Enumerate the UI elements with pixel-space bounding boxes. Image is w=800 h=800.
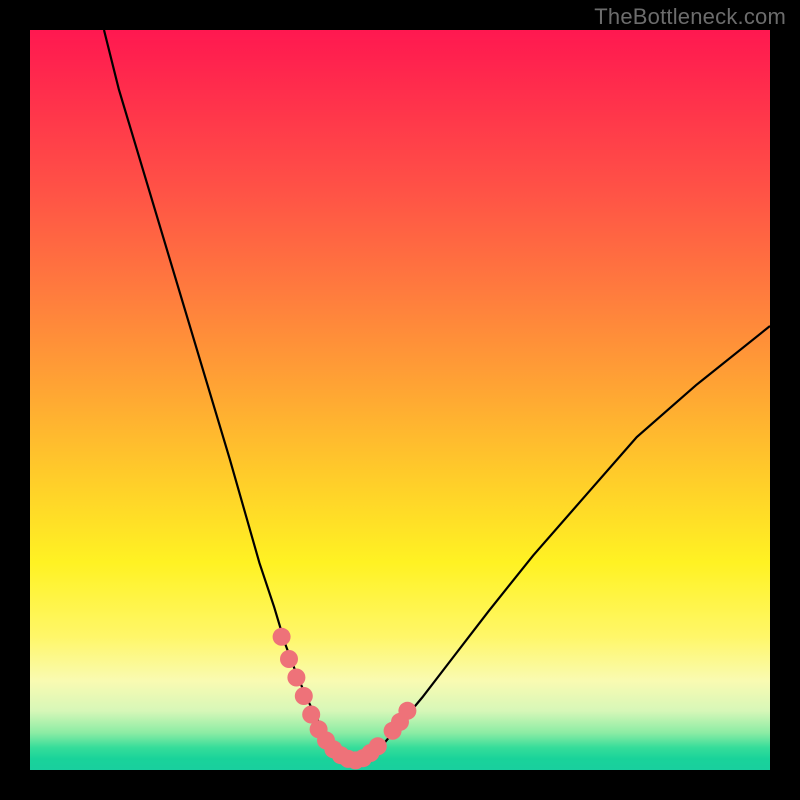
bottleneck-marker [295, 687, 313, 705]
bottleneck-marker [287, 669, 305, 687]
marker-layer [273, 628, 417, 770]
right-curve [352, 326, 770, 761]
left-curve [104, 30, 352, 761]
bottleneck-marker [398, 702, 416, 720]
plot-frame [30, 30, 770, 770]
watermark-text: TheBottleneck.com [594, 4, 786, 30]
bottleneck-marker [280, 650, 298, 668]
chart-svg [30, 30, 770, 770]
bottleneck-marker [369, 737, 387, 755]
bottleneck-marker [273, 628, 291, 646]
curve-layer [104, 30, 770, 761]
